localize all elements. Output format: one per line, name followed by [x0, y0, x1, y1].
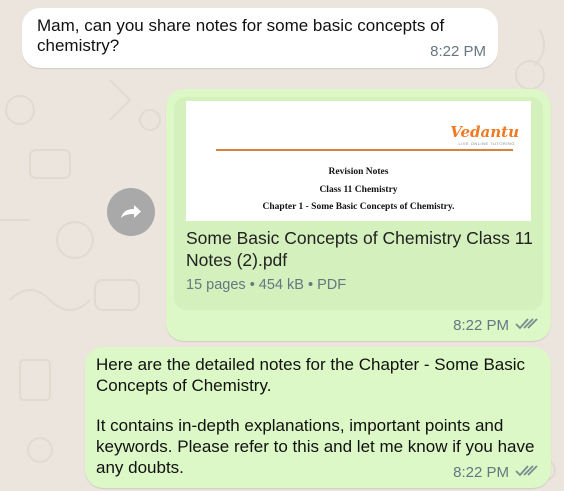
document-file-name: Some Basic Concepts of Chemistry Class 1… — [186, 228, 533, 270]
document-meta: 15 pages • 454 kB • PDF — [186, 277, 347, 293]
forward-button[interactable] — [107, 188, 155, 236]
incoming-message-bubble[interactable]: Mam, can you share notes for some basic … — [22, 8, 498, 68]
preview-line-3: Chapter 1 - Some Basic Concepts of Chemi… — [262, 202, 455, 212]
incoming-message-text: Mam, can you share notes for some basic … — [37, 16, 445, 55]
double-check-read-icon — [515, 318, 538, 330]
preview-line-1: Revision Notes — [328, 167, 389, 177]
text-message-time: 8:22 PM — [453, 464, 509, 481]
document-card[interactable]: Vedantu LIVE ONLINE TUTORING Revision No… — [174, 97, 543, 310]
document-preview[interactable]: Vedantu LIVE ONLINE TUTORING Revision No… — [186, 101, 531, 221]
message-paragraph-1: Here are the detailed notes for the Chap… — [96, 355, 526, 395]
document-message-bubble[interactable]: Vedantu LIVE ONLINE TUTORING Revision No… — [166, 89, 551, 341]
preview-line-2: Class 11 Chemistry — [319, 185, 398, 195]
forward-arrow-icon — [121, 205, 141, 218]
vedantu-logo: Vedantu — [450, 123, 519, 141]
logo-tagline: LIVE ONLINE TUTORING — [458, 141, 515, 146]
document-message-time: 8:22 PM — [453, 317, 509, 334]
incoming-message-time: 8:22 PM — [430, 43, 486, 60]
outgoing-text-message-bubble[interactable]: Here are the detailed notes for the Chap… — [85, 347, 551, 488]
preview-divider — [216, 149, 513, 151]
double-check-read-icon — [515, 465, 538, 477]
